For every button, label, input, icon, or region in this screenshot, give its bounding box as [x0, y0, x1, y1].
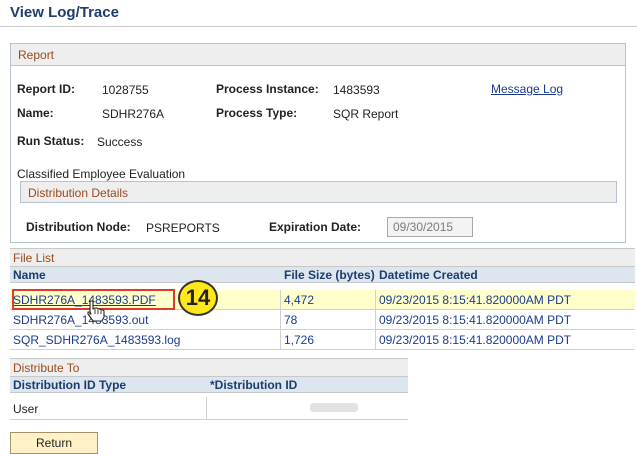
- file-list-title-bar: File List: [10, 248, 635, 266]
- file-created-pdf: 09/23/2015 8:15:41.820000AM PDT: [379, 293, 572, 307]
- column-header-distribution-id: *Distribution ID: [210, 378, 298, 392]
- report-group: Report Report ID: 1028755 Process Instan…: [10, 43, 626, 243]
- file-list-title: File List: [13, 251, 55, 265]
- file-created-log: 09/23/2015 8:15:41.820000AM PDT: [379, 333, 572, 347]
- run-status-label: Run Status:: [17, 134, 85, 148]
- report-id-label: Report ID:: [17, 82, 75, 96]
- file-created-out: 09/23/2015 8:15:41.820000AM PDT: [379, 313, 572, 327]
- message-log-link[interactable]: Message Log: [491, 82, 563, 96]
- distribution-id-type-value: User: [13, 402, 39, 416]
- distribute-to-row: User: [10, 397, 408, 420]
- report-section-title: Report: [18, 48, 55, 62]
- column-header-datetime: Datetime Created: [379, 268, 478, 282]
- column-header-name: Name: [13, 268, 46, 282]
- process-type-value: SQR Report: [333, 107, 399, 121]
- distribute-to-title-bar: Distribute To: [10, 358, 408, 376]
- column-divider: [375, 310, 376, 329]
- column-divider: [206, 397, 207, 419]
- process-instance-value: 1483593: [333, 83, 380, 97]
- distribution-section-header: Distribution Details: [20, 181, 617, 203]
- name-value: SDHR276A: [102, 107, 165, 121]
- column-header-distribution-id-type: Distribution ID Type: [13, 378, 127, 392]
- expiration-date-field: [387, 217, 473, 237]
- step-number-badge: 14: [178, 280, 218, 316]
- report-id-value: 1028755: [102, 83, 149, 97]
- column-header-file-size: File Size (bytes): [284, 268, 375, 282]
- file-size-pdf: 4,472: [284, 293, 315, 307]
- column-divider: [280, 310, 281, 329]
- return-button[interactable]: Return: [10, 432, 98, 454]
- process-instance-label: Process Instance:: [216, 82, 319, 96]
- hand-pointer-icon: [87, 300, 105, 322]
- file-link-log[interactable]: SQR_SDHR276A_1483593.log: [13, 333, 180, 347]
- expiration-date-label: Expiration Date:: [269, 220, 362, 234]
- column-divider: [280, 290, 281, 309]
- process-type-label: Process Type:: [216, 106, 298, 120]
- file-row-log: SQR_SDHR276A_1483593.log 1,726 09/23/201…: [10, 330, 635, 350]
- step-number: 14: [185, 285, 211, 310]
- distribute-to-title: Distribute To: [13, 361, 80, 375]
- file-list-header: Name File Size (bytes) Datetime Created: [10, 266, 635, 283]
- title-divider: [0, 26, 637, 27]
- run-status-value: Success: [97, 135, 143, 149]
- distribution-node-value: PSREPORTS: [146, 221, 220, 235]
- page-title: View Log/Trace: [10, 4, 119, 21]
- file-link-out[interactable]: SDHR276A_1483593.out: [13, 313, 148, 327]
- name-label: Name:: [17, 106, 54, 120]
- distribution-section-title: Distribution Details: [28, 186, 129, 200]
- column-divider: [280, 330, 281, 349]
- distribution-node-label: Distribution Node:: [26, 220, 131, 234]
- column-divider: [375, 290, 376, 309]
- file-size-out: 78: [284, 313, 298, 327]
- redacted-distribution-id: [310, 403, 358, 412]
- file-size-log: 1,726: [284, 333, 315, 347]
- report-section-header: Report: [11, 44, 625, 66]
- report-description: Classified Employee Evaluation: [17, 167, 186, 181]
- column-divider: [375, 330, 376, 349]
- distribute-to-header: Distribution ID Type *Distribution ID: [10, 376, 408, 393]
